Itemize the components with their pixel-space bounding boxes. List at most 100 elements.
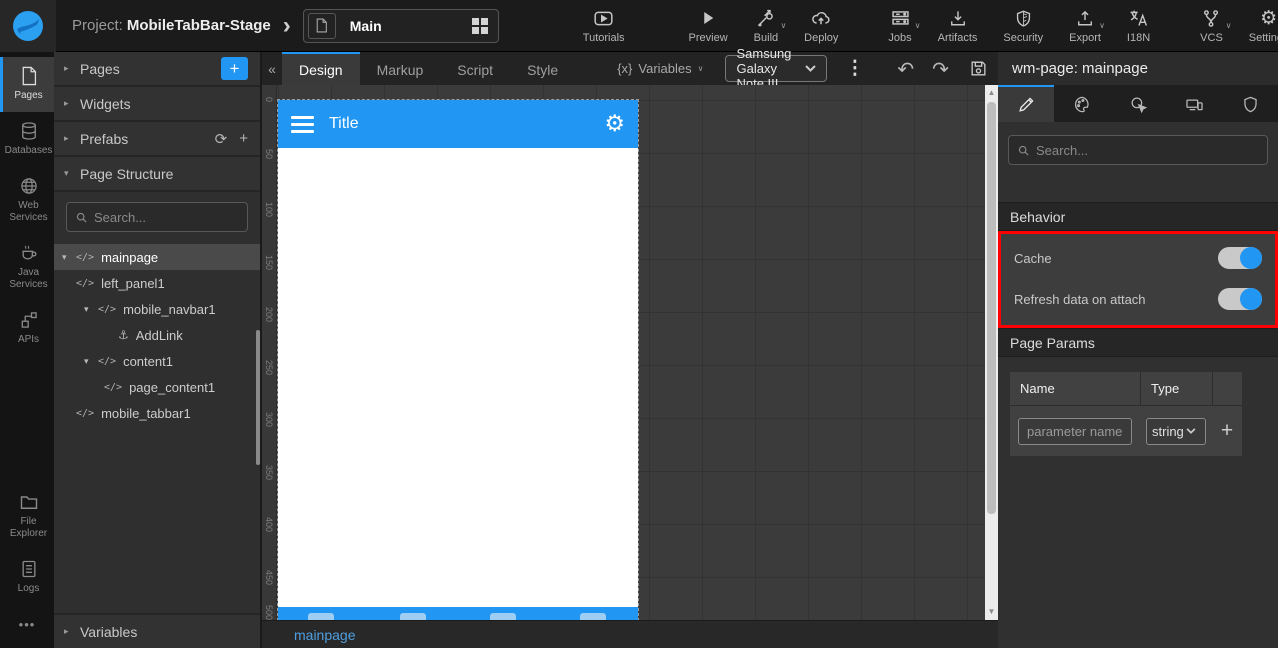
page-structure-search[interactable]	[66, 202, 248, 232]
widget-code-icon: </>	[76, 277, 95, 289]
tree-item-left-panel1[interactable]: </> left_panel1	[54, 270, 260, 296]
save-button[interactable]	[969, 59, 988, 78]
page-tab-mainpage[interactable]: mainpage	[294, 627, 356, 643]
preview-button[interactable]: Preview	[681, 2, 736, 49]
tab-devices[interactable]	[1166, 85, 1222, 122]
properties-tabs	[998, 85, 1278, 122]
deploy-button[interactable]: Deploy	[796, 2, 846, 49]
caret-down-icon[interactable]: ▾	[62, 252, 76, 263]
device-select[interactable]: Samsung Galaxy Note III	[725, 46, 828, 91]
mobile-device-preview[interactable]: Title ⚙	[277, 99, 639, 620]
database-icon	[21, 122, 36, 140]
section-widgets[interactable]: ▸ Widgets	[54, 87, 260, 122]
behavior-highlight-box: Cache Refresh data on attach	[998, 231, 1278, 328]
open-pages-strip: mainpage	[262, 620, 998, 648]
settings-button[interactable]: ⚙ ∨ Settings	[1241, 2, 1278, 49]
tab-properties[interactable]	[998, 85, 1054, 122]
refresh-data-label: Refresh data on attach	[1014, 291, 1146, 307]
sidebar-item-file-explorer[interactable]: File Explorer	[0, 483, 54, 550]
widget-code-icon: </>	[98, 303, 117, 315]
caret-down-icon: ▾	[64, 168, 69, 178]
canvas-scroll-thumb[interactable]	[987, 102, 996, 514]
tab-security[interactable]	[1222, 85, 1278, 122]
build-button[interactable]: ∨ Build	[746, 2, 786, 49]
sidebar-item-web-services[interactable]: Web Services	[0, 167, 54, 234]
mobile-tabbar[interactable]	[278, 607, 638, 620]
security-button[interactable]: Security	[995, 2, 1051, 49]
breadcrumb-chevron-icon[interactable]: ›	[283, 13, 291, 38]
artifacts-icon	[948, 7, 968, 29]
add-param-button[interactable]: +	[1212, 419, 1242, 443]
caret-down-icon[interactable]: ▾	[84, 356, 98, 367]
redo-button[interactable]: ↷	[932, 59, 949, 79]
vcs-button[interactable]: ∨ VCS	[1192, 2, 1231, 49]
artifacts-button[interactable]: Artifacts	[930, 2, 986, 49]
tab-design[interactable]: Design	[282, 52, 360, 85]
scroll-up-icon[interactable]: ▲	[988, 85, 996, 101]
pencil-icon	[1018, 97, 1034, 112]
canvas-scrollbar[interactable]: ▲ ▼	[985, 85, 998, 620]
tab-events[interactable]	[1110, 85, 1166, 122]
mobile-navbar[interactable]: Title ⚙	[278, 100, 638, 148]
tab-style[interactable]: Style	[510, 52, 575, 85]
export-button[interactable]: ∨ Export	[1061, 2, 1109, 49]
tree-item-mainpage[interactable]: ▾ </> mainpage	[54, 244, 260, 270]
sidebar-item-java-services[interactable]: Java Services	[0, 234, 54, 301]
section-pages[interactable]: ▸ Pages +	[54, 52, 260, 87]
collapse-left-panel-button[interactable]: «	[262, 61, 282, 77]
build-icon: ∨	[755, 7, 786, 30]
refresh-prefabs-icon[interactable]: ⟳	[215, 130, 228, 148]
tree-item-page-content1[interactable]: </> page_content1	[54, 374, 260, 400]
sidebar-more-button[interactable]: •••	[0, 605, 54, 648]
project-name: MobileTabBar-Stage	[126, 17, 271, 34]
search-input[interactable]	[94, 209, 239, 225]
page-grid-icon[interactable]	[471, 17, 488, 34]
deploy-icon	[810, 7, 832, 29]
tree-item-addlink[interactable]: ⚓ AddLink	[54, 322, 260, 348]
mobile-page-content[interactable]	[278, 148, 638, 607]
tutorials-button[interactable]: Tutorials	[575, 2, 633, 49]
cache-toggle[interactable]	[1218, 247, 1262, 269]
section-variables[interactable]: ▸ Variables	[54, 613, 260, 648]
left-panel-scrollbar[interactable]	[256, 330, 260, 465]
sidebar-item-apis[interactable]: APIs	[0, 301, 54, 356]
tree-item-content1[interactable]: ▾ </> content1	[54, 348, 260, 374]
design-canvas[interactable]: 0 50 100 150 200 250 300 350 400 450 500…	[262, 85, 998, 620]
project-breadcrumb: Project: MobileTabBar-Stage	[72, 17, 271, 34]
vertical-ruler: 0 50 100 150 200 250 300 350 400 450 500	[262, 85, 277, 620]
param-type-select[interactable]: string	[1146, 417, 1206, 445]
param-name-input[interactable]	[1018, 417, 1132, 445]
tab-script[interactable]: Script	[440, 52, 510, 85]
behavior-section-header[interactable]: Behavior	[998, 202, 1278, 231]
chevron-down-icon	[805, 65, 817, 72]
section-page-structure[interactable]: ▾ Page Structure	[54, 157, 260, 192]
properties-search-input[interactable]	[1036, 142, 1259, 158]
export-icon: ∨	[1075, 7, 1105, 30]
logs-icon	[22, 560, 35, 578]
refresh-data-toggle[interactable]	[1218, 288, 1262, 310]
caret-down-icon[interactable]: ▾	[84, 304, 98, 315]
page-params-section-header[interactable]: Page Params	[998, 328, 1278, 357]
sidebar-item-databases[interactable]: Databases	[0, 112, 54, 167]
page-selector[interactable]: Main	[302, 8, 499, 43]
variables-dropdown[interactable]: {x} Variables ∨	[617, 61, 703, 76]
hamburger-menu-icon[interactable]	[291, 115, 314, 133]
jobs-button[interactable]: ∨ Jobs	[880, 2, 921, 49]
add-page-button[interactable]: +	[221, 57, 248, 80]
add-prefab-icon[interactable]: +	[239, 130, 248, 148]
tab-styles[interactable]	[1054, 85, 1110, 122]
undo-button[interactable]: ↶	[897, 59, 914, 79]
tree-item-mobile-navbar1[interactable]: ▾ </> mobile_navbar1	[54, 296, 260, 322]
wavemaker-logo[interactable]	[0, 0, 56, 52]
sidebar-item-logs[interactable]: Logs	[0, 550, 54, 605]
scroll-down-icon[interactable]: ▼	[988, 604, 996, 620]
navbar-gear-icon[interactable]: ⚙	[604, 112, 625, 136]
tree-item-mobile-tabbar1[interactable]: </> mobile_tabbar1	[54, 400, 260, 426]
more-options-kebab-icon[interactable]: ⋮	[845, 59, 864, 78]
i18n-button[interactable]: I18N	[1119, 2, 1158, 49]
sidebar-item-pages[interactable]: Pages	[0, 57, 54, 112]
page-params-table-header: Name Type	[1010, 371, 1242, 406]
properties-search[interactable]	[1008, 135, 1268, 165]
section-prefabs[interactable]: ▸ Prefabs ⟳ +	[54, 122, 260, 157]
tab-markup[interactable]: Markup	[360, 52, 441, 85]
